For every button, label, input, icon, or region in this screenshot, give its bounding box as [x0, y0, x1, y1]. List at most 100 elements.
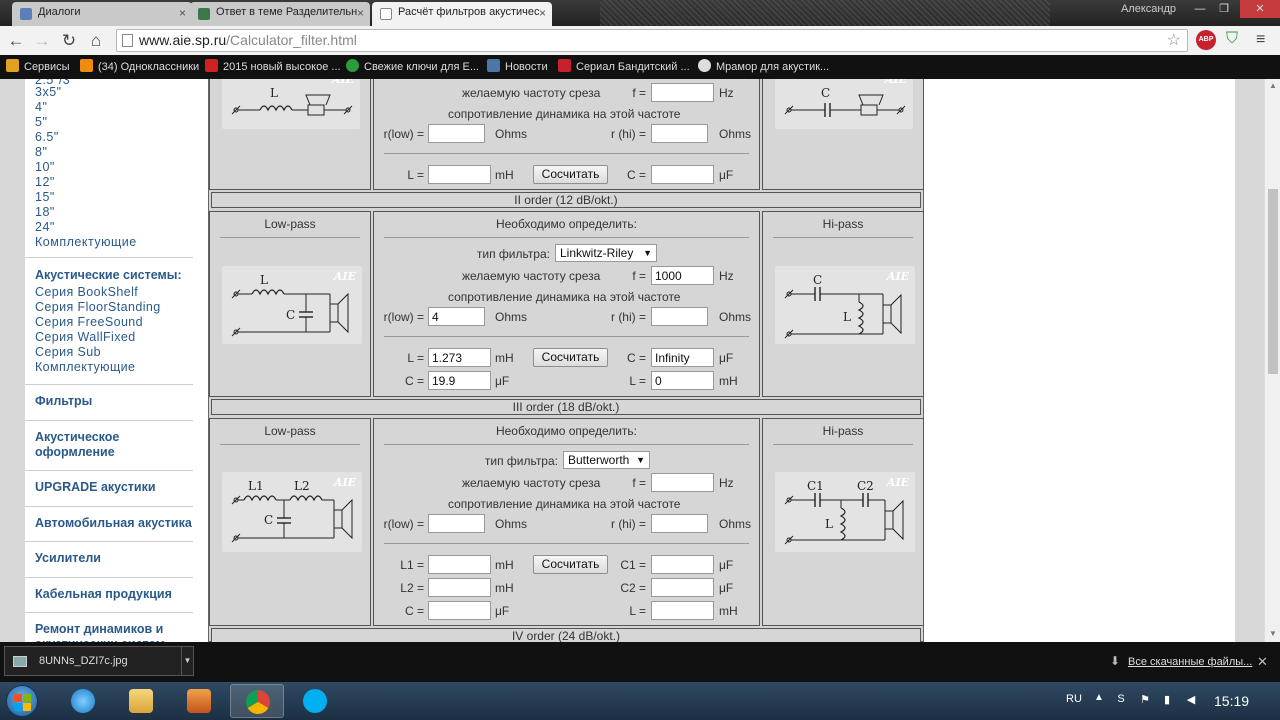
order2-filter-type-select[interactable]: Linkwitz-Riley ▼ — [555, 244, 657, 262]
close-icon[interactable]: × — [357, 6, 364, 20]
tab-title: Расчёт фильтров акустичес — [398, 6, 540, 18]
order3-frequency-input[interactable] — [651, 473, 714, 492]
taskbar-explorer[interactable] — [114, 684, 168, 718]
sidebar-series-item[interactable]: Комплектующие — [35, 360, 135, 374]
taskbar-chrome[interactable] — [230, 684, 284, 718]
page-scrollbar[interactable]: ▲ ▼ — [1264, 79, 1280, 642]
sidebar-menu-filters[interactable]: Фильтры — [35, 394, 92, 409]
bookmark-keys[interactable]: Свежие ключи для E... — [346, 59, 479, 73]
bookmark-serial[interactable]: Сериал Бандитский ... — [558, 59, 690, 73]
order3-C2-output[interactable] — [651, 578, 714, 597]
action-center-icon[interactable]: ⚑ — [1138, 693, 1152, 707]
tab-dialogs[interactable]: Диалоги × — [12, 2, 192, 26]
order3-L2-output[interactable] — [428, 578, 491, 597]
order3-C1-output[interactable] — [651, 555, 714, 574]
bookmark-odnoklassniki[interactable]: (34) Одноклассники — [80, 59, 199, 73]
taskbar-internet-explorer[interactable] — [56, 684, 110, 718]
bookmarks-bar: Сервисы (34) Одноклассники 2015 новый вы… — [0, 55, 1280, 79]
bookmark-star-icon[interactable]: ☆ — [1167, 30, 1181, 50]
order2-frequency-input[interactable] — [651, 266, 714, 285]
order3-rhi-input[interactable] — [651, 514, 708, 533]
window-close-icon[interactable]: ✕ — [1240, 0, 1280, 18]
tab-forum-reply[interactable]: Ответ в теме Разделительн × — [190, 2, 370, 26]
tab-filter-calculator[interactable]: Расчёт фильтров акустичес × — [372, 2, 552, 26]
reload-icon[interactable]: ↻ — [58, 30, 80, 52]
order2-rlow-input[interactable] — [428, 307, 485, 326]
f-label: f = — [632, 269, 646, 283]
order1-C-output[interactable] — [651, 165, 714, 184]
chevron-down-icon[interactable]: ▼ — [181, 647, 193, 675]
close-icon[interactable]: × — [539, 6, 546, 20]
order3-hipass-L-output[interactable] — [651, 601, 714, 620]
sidebar-series-item[interactable]: Серия BookShelf — [35, 285, 138, 299]
clock[interactable]: 15:19 — [1214, 693, 1249, 709]
sidebar-series-item[interactable]: Серия WallFixed — [35, 330, 136, 344]
sidebar-series-item[interactable]: Серия FreeSound — [35, 315, 143, 329]
network-signal-icon[interactable]: ▮ — [1160, 693, 1174, 707]
order1-L-output[interactable] — [428, 165, 491, 184]
order3-rlow-input[interactable] — [428, 514, 485, 533]
sidebar-series-item[interactable]: Серия Sub — [35, 345, 101, 359]
taskbar-skype[interactable] — [288, 684, 342, 718]
sidebar-size-item[interactable]: 6.5" — [35, 130, 59, 144]
close-icon[interactable]: ✕ — [1257, 654, 1268, 670]
sidebar-size-item[interactable]: 12" — [35, 175, 55, 189]
sidebar-size-item[interactable]: 5" — [35, 115, 47, 129]
order1-frequency-input[interactable] — [651, 83, 714, 102]
sidebar-menu-upgrade[interactable]: UPGRADE акустики — [35, 480, 156, 495]
bookmark-marble[interactable]: Мрамор для акустик... — [698, 59, 829, 73]
sidebar-menu-cables[interactable]: Кабельная продукция — [35, 587, 172, 602]
sidebar-components-link[interactable]: Комплектующие — [35, 235, 137, 249]
volume-icon[interactable]: ◀ — [1184, 693, 1198, 707]
address-bar[interactable]: www.aie.sp.ru/Calculator_filter.html ☆ — [116, 29, 1188, 52]
order1-rhi-input[interactable] — [651, 124, 708, 143]
profile-name[interactable]: Александр — [1121, 3, 1176, 15]
taskbar-media-player[interactable] — [172, 684, 226, 718]
scroll-thumb[interactable] — [1268, 189, 1278, 374]
order2-rhi-input[interactable] — [651, 307, 708, 326]
order1-calculate-button[interactable]: Сосчитать — [533, 165, 608, 184]
language-indicator[interactable]: RU — [1066, 693, 1082, 705]
windows-start-icon[interactable] — [6, 685, 38, 717]
sidebar-menu-enclosure[interactable]: Акустическое оформление — [35, 430, 175, 460]
order3-C-output[interactable] — [428, 601, 491, 620]
skype-tray-icon[interactable]: S — [1114, 693, 1128, 707]
sidebar-size-item[interactable]: 24" — [35, 220, 55, 234]
order2-hipass-C-output[interactable] — [651, 348, 714, 367]
order2-hipass-L-output[interactable] — [651, 371, 714, 390]
order3-filter-type-select[interactable]: Butterworth ▼ — [563, 451, 650, 469]
adblock-icon[interactable]: ABP — [1196, 30, 1216, 50]
order2-L-output[interactable] — [428, 348, 491, 367]
sidebar-size-item[interactable]: 10" — [35, 160, 55, 174]
sidebar-size-item[interactable]: 18" — [35, 205, 55, 219]
close-icon[interactable]: × — [179, 6, 186, 20]
sidebar-menu-car-audio[interactable]: Автомобильная акустика — [35, 516, 192, 531]
menu-icon[interactable]: ≡ — [1256, 31, 1265, 49]
scroll-down-icon[interactable]: ▼ — [1268, 629, 1278, 638]
sidebar-size-item[interactable]: 3x5" — [35, 85, 62, 99]
all-downloads-link[interactable]: Все скачанные файлы... — [1128, 656, 1252, 668]
show-hidden-icons[interactable]: ▲ — [1094, 692, 1104, 703]
sidebar-menu-repair[interactable]: Ремонт динамиков и акустических систем — [35, 622, 185, 642]
sidebar-size-item[interactable]: 8" — [35, 145, 47, 159]
home-icon[interactable]: ⌂ — [85, 30, 107, 52]
bookmark-news[interactable]: Новости — [487, 59, 548, 73]
restore-icon[interactable]: ❐ — [1212, 0, 1236, 18]
order3-L1-output[interactable] — [428, 555, 491, 574]
back-arrow-icon[interactable]: ← — [5, 30, 27, 52]
sidebar-menu-amplifiers[interactable]: Усилители — [35, 551, 101, 566]
forward-arrow-icon[interactable]: → — [31, 30, 53, 52]
scroll-up-icon[interactable]: ▲ — [1268, 81, 1278, 90]
shield-icon[interactable]: ⛉ — [1226, 30, 1244, 50]
minimize-icon[interactable]: — — [1188, 0, 1212, 18]
order2-C-output[interactable] — [428, 371, 491, 390]
sidebar-series-item[interactable]: Серия FloorStanding — [35, 300, 161, 314]
bookmark-2015[interactable]: 2015 новый высокое ... — [205, 59, 341, 73]
download-item[interactable]: 8UNNs_DZI7c.jpg ▼ — [4, 646, 194, 676]
order3-calculate-button[interactable]: Сосчитать — [533, 555, 608, 574]
order2-calculate-button[interactable]: Сосчитать — [533, 348, 608, 367]
order1-rlow-input[interactable] — [428, 124, 485, 143]
sidebar-size-item[interactable]: 15" — [35, 190, 55, 204]
bookmark-services[interactable]: Сервисы — [6, 59, 70, 73]
sidebar-size-item[interactable]: 4" — [35, 100, 47, 114]
